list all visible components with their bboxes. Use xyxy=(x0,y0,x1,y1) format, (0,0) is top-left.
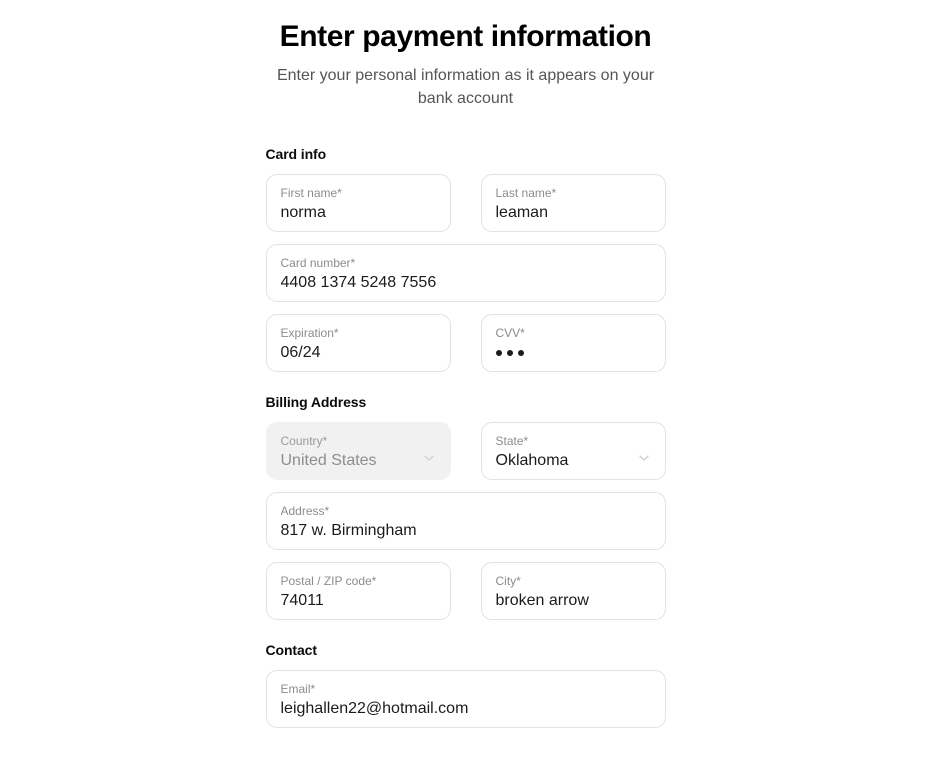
state-value: Oklahoma xyxy=(495,451,569,469)
section-contact: Contact Email* leighallen22@hotmail.com xyxy=(265,641,666,728)
postal-code-label: Postal / ZIP code* xyxy=(280,573,377,588)
city-label: City* xyxy=(495,573,521,588)
section-card-info: Card info First name* norma Last name* l… xyxy=(265,145,666,372)
field-wrapper-city: City* broken arrow xyxy=(480,561,666,620)
first-name-label: First name* xyxy=(280,185,342,200)
card-number-value: 4408 1374 5248 7556 xyxy=(280,273,437,291)
field-wrapper-card-number: Card number* 4408 1374 5248 7556 xyxy=(265,243,666,302)
city-field[interactable]: City* broken arrow xyxy=(480,561,666,620)
row-email: Email* leighallen22@hotmail.com xyxy=(265,669,666,728)
cvv-dot xyxy=(517,349,524,356)
page-title: Enter payment information xyxy=(279,20,652,53)
expiration-label: Expiration* xyxy=(280,325,339,340)
section-title-billing-address: Billing Address xyxy=(265,393,367,410)
email-value: leighallen22@hotmail.com xyxy=(280,699,469,717)
section-title-card-info: Card info xyxy=(265,145,327,162)
last-name-label: Last name* xyxy=(495,185,557,200)
address-field[interactable]: Address* 817 w. Birmingham xyxy=(265,491,666,550)
page-header: Enter payment information Enter your per… xyxy=(266,0,666,110)
row-postal-city: Postal / ZIP code* 74011 City* broken ar… xyxy=(265,561,666,620)
row-address: Address* 817 w. Birmingham xyxy=(265,491,666,550)
row-country-state: Country* United States State* Oklahoma xyxy=(265,421,666,480)
field-wrapper-state: State* Oklahoma xyxy=(480,421,666,480)
cvv-dot xyxy=(506,349,513,356)
postal-code-field[interactable]: Postal / ZIP code* 74011 xyxy=(265,561,451,620)
payment-form-page: Enter payment information Enter your per… xyxy=(0,0,931,760)
country-value: United States xyxy=(280,451,377,469)
row-name: First name* norma Last name* leaman xyxy=(265,173,666,232)
field-wrapper-email: Email* leighallen22@hotmail.com xyxy=(265,669,666,728)
section-title-contact: Contact xyxy=(265,641,318,658)
field-wrapper-country: Country* United States xyxy=(265,421,451,480)
country-select: Country* United States xyxy=(265,421,451,480)
email-label: Email* xyxy=(280,681,316,696)
postal-code-value: 74011 xyxy=(280,591,324,609)
country-label: Country* xyxy=(280,433,328,448)
cvv-masked-value xyxy=(495,343,651,363)
cvv-dot xyxy=(495,349,502,356)
field-wrapper-postal-code: Postal / ZIP code* 74011 xyxy=(265,561,451,620)
row-card-number: Card number* 4408 1374 5248 7556 xyxy=(265,243,666,302)
row-expiration-cvv: Expiration* 06/24 CVV* xyxy=(265,313,666,372)
cvv-field[interactable]: CVV* xyxy=(480,313,666,372)
address-label: Address* xyxy=(280,503,330,518)
field-wrapper-last-name: Last name* leaman xyxy=(480,173,666,232)
expiration-value: 06/24 xyxy=(280,343,321,361)
address-value: 817 w. Birmingham xyxy=(280,521,417,539)
field-wrapper-expiration: Expiration* 06/24 xyxy=(265,313,451,372)
first-name-field[interactable]: First name* norma xyxy=(265,173,451,232)
expiration-field[interactable]: Expiration* 06/24 xyxy=(265,313,451,372)
card-number-label: Card number* xyxy=(280,255,356,270)
email-field[interactable]: Email* leighallen22@hotmail.com xyxy=(265,669,666,728)
field-wrapper-address: Address* 817 w. Birmingham xyxy=(265,491,666,550)
card-number-field[interactable]: Card number* 4408 1374 5248 7556 xyxy=(265,243,666,302)
state-select[interactable]: State* Oklahoma xyxy=(480,421,666,480)
payment-form: Card info First name* norma Last name* l… xyxy=(265,110,666,728)
first-name-value: norma xyxy=(280,203,326,221)
city-value: broken arrow xyxy=(495,591,589,609)
last-name-field[interactable]: Last name* leaman xyxy=(480,173,666,232)
field-wrapper-first-name: First name* norma xyxy=(265,173,451,232)
field-wrapper-cvv: CVV* xyxy=(480,313,666,372)
state-label: State* xyxy=(495,433,529,448)
section-billing-address: Billing Address Country* United States S… xyxy=(265,393,666,620)
cvv-label: CVV* xyxy=(495,325,525,340)
page-subtitle: Enter your personal information as it ap… xyxy=(276,66,655,107)
last-name-value: leaman xyxy=(495,203,548,221)
